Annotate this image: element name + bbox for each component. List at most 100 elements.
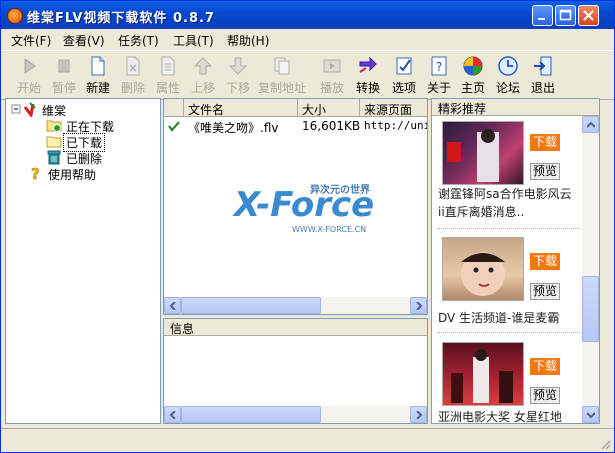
help-icon: ?	[31, 165, 40, 181]
status-bar	[1, 428, 614, 452]
convert-button[interactable]: 转换	[350, 54, 386, 96]
options-button[interactable]: 选项	[386, 54, 422, 96]
forum-button[interactable]: 论坛	[490, 54, 526, 96]
recommend-thumbnail-1[interactable]	[442, 121, 524, 185]
downloading-folder-icon	[46, 120, 62, 132]
preview-button-1[interactable]: 预览	[530, 163, 560, 180]
homepage-icon	[463, 56, 483, 76]
app-icon[interactable]	[7, 8, 23, 24]
menu-task[interactable]: 任务(T)	[118, 32, 159, 49]
info-title: 信息	[164, 319, 427, 336]
convert-icon	[359, 56, 377, 73]
vscroll-thumb[interactable]	[582, 276, 599, 342]
check-icon	[168, 121, 180, 132]
file-list-hscrollbar[interactable]	[164, 297, 427, 314]
video-frame	[461, 252, 505, 296]
status-column-header[interactable]	[164, 99, 184, 117]
download-button-2[interactable]: 下载	[530, 253, 560, 270]
play-media-icon	[323, 59, 341, 73]
close-icon	[583, 10, 594, 21]
recommend-caption-1[interactable]: 谢霆锋阿sa合作电影风云	[438, 185, 582, 202]
preview-button-2[interactable]: 预览	[530, 283, 560, 300]
move-down-button[interactable]: 下移	[220, 54, 256, 96]
file-list: 文件名 大小 来源页面 《唯美之吻》.flv 16,601KB http://u…	[163, 98, 428, 315]
info-panel: 信息	[163, 318, 428, 424]
info-scroll-right-button[interactable]	[410, 406, 427, 423]
homepage-button[interactable]: 主页	[455, 54, 491, 96]
new-file-icon	[91, 56, 105, 76]
maximize-icon	[559, 9, 572, 21]
recommend-vscrollbar[interactable]	[582, 116, 599, 423]
category-tree: 维棠 正在下载 已下载 已删除 ? 使用帮助	[5, 98, 161, 424]
exit-icon	[534, 56, 552, 76]
options-icon	[396, 57, 412, 75]
recommend-thumbnail-2[interactable]	[442, 237, 524, 301]
video-frame	[451, 349, 513, 403]
recommend-panel: 精彩推荐 下载 预览 谢霆锋阿sa合作电影风云 ii直斥离婚消息.. 下载 预览…	[431, 98, 600, 424]
play-button[interactable]: 播放	[314, 54, 350, 96]
download-button-3[interactable]: 下载	[530, 358, 560, 375]
info-scroll-thumb[interactable]	[181, 406, 321, 423]
arrow-up-icon	[587, 121, 595, 128]
scroll-thumb[interactable]	[181, 297, 321, 314]
copy-url-button[interactable]: 复制地址	[258, 54, 306, 96]
about-button[interactable]: ? 关于	[421, 54, 457, 96]
column-header-source[interactable]: 来源页面	[360, 99, 427, 117]
weitang-logo-icon	[23, 102, 36, 117]
recommend-caption-3[interactable]: DV 生活频道-谁是麦霸	[438, 309, 582, 326]
toolbar: 开始 暂停 新建 删除 属性 上移 下移 复制地址 播放 转换 选项 ? 关于 …	[1, 50, 614, 100]
divider	[438, 228, 580, 229]
recommend-caption-4[interactable]: 亚洲电影大奖 女星红地	[438, 408, 582, 423]
download-button-1[interactable]: 下载	[530, 134, 560, 151]
arrow-right-icon	[416, 411, 423, 419]
arrow-right-icon	[416, 302, 423, 310]
menu-file[interactable]: 文件(F)	[11, 32, 51, 49]
pause-icon	[58, 59, 70, 73]
scroll-down-button[interactable]	[582, 406, 599, 423]
info-hscrollbar[interactable]	[164, 406, 427, 423]
resize-grip-icon[interactable]	[599, 438, 611, 450]
exit-button[interactable]: 退出	[525, 54, 561, 96]
copy-url-icon	[274, 57, 290, 75]
video-frame	[447, 129, 499, 182]
move-down-icon	[228, 57, 248, 75]
menu-help[interactable]: 帮助(H)	[227, 32, 269, 49]
move-up-button[interactable]: 上移	[185, 54, 221, 96]
downloaded-folder-icon	[46, 136, 62, 148]
about-icon: ?	[431, 56, 447, 76]
arrow-left-icon	[169, 302, 176, 310]
pause-button[interactable]: 暂停	[46, 54, 82, 96]
column-header-size[interactable]: 大小	[298, 99, 360, 117]
column-header-name[interactable]: 文件名	[184, 99, 298, 117]
recommend-title: 精彩推荐	[432, 99, 599, 116]
scroll-right-button[interactable]	[410, 297, 427, 314]
info-scroll-left-button[interactable]	[164, 406, 181, 423]
window-title: 维棠FLV视频下载软件 0.8.7	[27, 11, 215, 26]
divider	[438, 332, 580, 333]
minimize-button[interactable]	[532, 5, 553, 26]
menu-view[interactable]: 查看(V)	[63, 32, 105, 49]
menu-tools[interactable]: 工具(T)	[173, 32, 214, 49]
file-source: http://unic	[364, 119, 427, 132]
arrow-left-icon	[169, 411, 176, 419]
recommend-caption-2[interactable]: ii直斥离婚消息..	[438, 203, 582, 220]
svg-text:?: ?	[31, 165, 40, 181]
properties-button[interactable]: 属性	[150, 54, 186, 96]
scroll-left-button[interactable]	[164, 297, 181, 314]
delete-button[interactable]: 删除	[115, 54, 151, 96]
close-button[interactable]	[578, 5, 599, 26]
arrow-down-icon	[587, 412, 595, 419]
table-row[interactable]: 《唯美之吻》.flv 16,601KB http://unic	[164, 117, 427, 135]
maximize-button[interactable]	[555, 5, 576, 26]
play-arrow-icon	[24, 58, 36, 74]
title-bar[interactable]: 维棠FLV视频下载软件 0.8.7	[1, 1, 614, 29]
trash-icon	[47, 150, 61, 165]
start-button[interactable]: 开始	[11, 54, 47, 96]
main-window: 维棠FLV视频下载软件 0.8.7 文件(F) 查看(V) 任务(T) 工具(T…	[0, 0, 615, 453]
properties-icon	[161, 56, 175, 76]
recommend-thumbnail-3[interactable]	[442, 342, 524, 406]
scroll-up-button[interactable]	[582, 116, 599, 133]
new-button[interactable]: 新建	[80, 54, 116, 96]
preview-button-3[interactable]: 预览	[530, 387, 560, 404]
x-force-watermark: X-Force 异次元の世界 WWW.X-FORCE.CN	[234, 185, 375, 234]
